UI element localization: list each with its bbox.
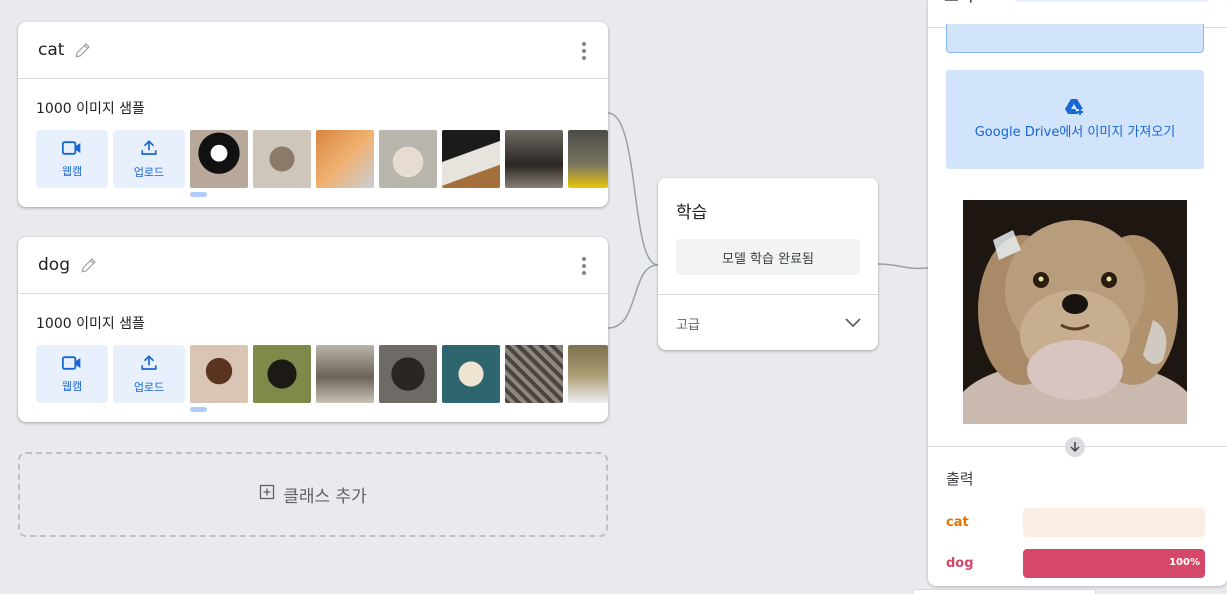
sample-thumbnail[interactable]	[505, 130, 563, 188]
preview-header-label: 포기	[944, 0, 973, 6]
scroll-indicator[interactable]	[190, 407, 207, 412]
webcam-button[interactable]: 웹캠	[36, 130, 108, 188]
add-box-icon	[259, 484, 275, 505]
google-drive-label: Google Drive에서 이미지 가져오기	[974, 124, 1176, 140]
class-card-header: cat	[18, 22, 608, 79]
confidence-bar: 100%	[1023, 549, 1205, 578]
video-camera-icon	[61, 355, 82, 374]
toggle-strip[interactable]	[1016, 0, 1209, 2]
sample-thumbnail[interactable]	[379, 130, 437, 188]
confidence-bar	[1023, 508, 1205, 537]
output-label: dog	[946, 556, 974, 571]
google-drive-add-icon	[1065, 98, 1085, 120]
sample-thumbnail[interactable]	[253, 345, 311, 403]
file-button[interactable]	[946, 24, 1204, 53]
sample-thumbnail[interactable]	[379, 345, 437, 403]
output-row-dog: dog 100%	[946, 549, 1205, 578]
add-class-label: 클래스 추가	[283, 487, 367, 507]
divider	[658, 294, 878, 295]
upload-icon	[140, 139, 158, 160]
output-title: 출력	[946, 470, 974, 488]
train-model-button[interactable]: 모델 학습 완료됨	[676, 239, 860, 275]
sample-thumbnail[interactable]	[442, 345, 500, 403]
class-name[interactable]: cat	[38, 40, 64, 60]
preview-panel: 포기 Google Drive에서 이미지 가져오기 출력 cat	[928, 0, 1227, 586]
confidence-value: 100%	[1169, 557, 1200, 568]
training-card: 학습 모델 학습 완료됨 고급	[658, 178, 878, 350]
arrow-down-icon	[1065, 437, 1085, 457]
video-camera-icon	[61, 140, 82, 159]
webcam-label: 웹캠	[61, 379, 83, 393]
scroll-indicator[interactable]	[190, 192, 207, 197]
advanced-label[interactable]: 고급	[676, 314, 700, 333]
class-card-cat: cat 1000 이미지 샘플 웹캠 업로드	[18, 22, 608, 207]
sample-count: 1000 이미지 샘플	[36, 101, 145, 117]
class-card-dog: dog 1000 이미지 샘플 웹캠 업로드	[18, 237, 608, 422]
sample-thumbnail[interactable]	[568, 345, 608, 403]
training-title: 학습	[676, 203, 708, 223]
google-drive-import-button[interactable]: Google Drive에서 이미지 가져오기	[946, 70, 1204, 169]
sample-thumbnail[interactable]	[505, 345, 563, 403]
output-label: cat	[946, 515, 969, 530]
webcam-button[interactable]: 웹캠	[36, 345, 108, 403]
more-options-icon[interactable]	[582, 257, 586, 275]
chevron-down-icon[interactable]	[844, 314, 862, 333]
upload-icon	[140, 354, 158, 375]
input-preview-image	[963, 200, 1187, 424]
class-card-header: dog	[18, 237, 608, 294]
upload-label: 업로드	[133, 165, 165, 179]
class-name[interactable]: dog	[38, 255, 70, 275]
upload-button[interactable]: 업로드	[113, 345, 185, 403]
sample-thumbnail[interactable]	[190, 345, 248, 403]
sample-thumbnail[interactable]	[442, 130, 500, 188]
sample-thumbnail[interactable]	[190, 130, 248, 188]
sample-thumbnail[interactable]	[568, 130, 608, 188]
sample-count: 1000 이미지 샘플	[36, 316, 145, 332]
bottom-panel-edge	[913, 589, 1096, 594]
more-options-icon[interactable]	[582, 42, 586, 60]
webcam-label: 웹캠	[61, 164, 83, 178]
upload-button[interactable]: 업로드	[113, 130, 185, 188]
edit-pencil-icon[interactable]	[74, 41, 92, 59]
upload-label: 업로드	[133, 380, 165, 394]
sample-thumbnail[interactable]	[253, 130, 311, 188]
sample-thumbnail[interactable]	[316, 130, 374, 188]
add-class-button[interactable]: 클래스 추가	[18, 452, 608, 537]
sample-thumbnail[interactable]	[316, 345, 374, 403]
edit-pencil-icon[interactable]	[80, 256, 98, 274]
output-row-cat: cat	[946, 508, 1205, 537]
